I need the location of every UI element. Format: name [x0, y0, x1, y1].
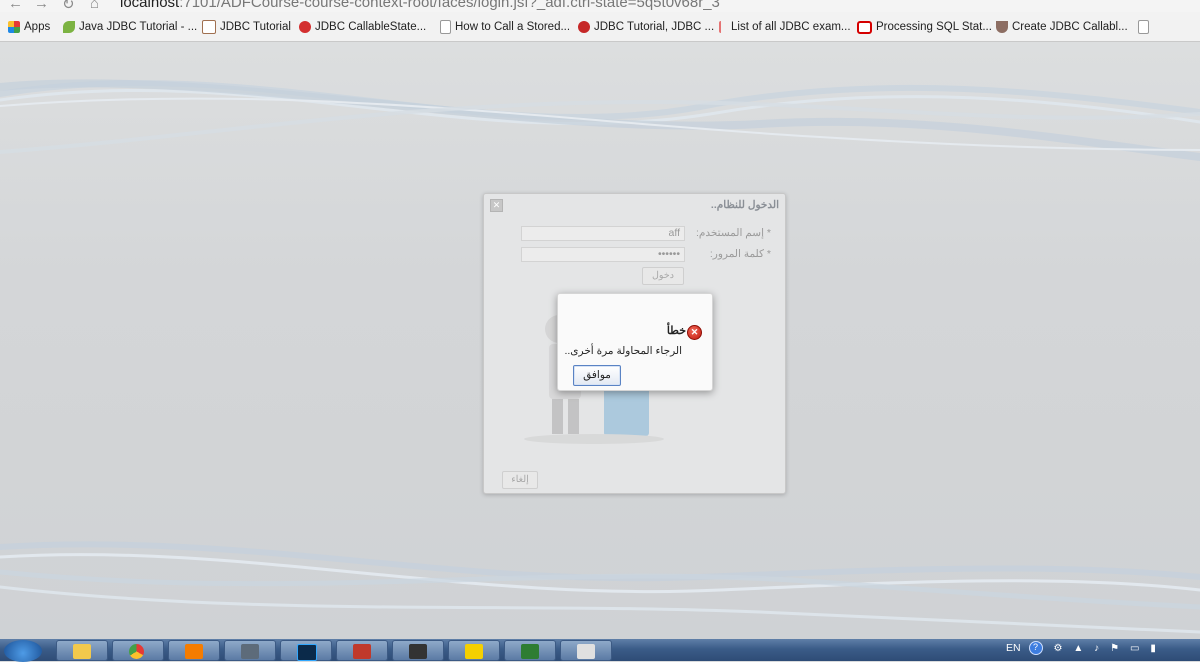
site-icon	[202, 20, 216, 34]
help-icon[interactable]: ?	[1028, 641, 1043, 655]
flag-icon[interactable]: ⚑	[1110, 643, 1119, 654]
chrome-icon	[129, 644, 144, 659]
bookmark-label: JDBC Tutorial	[220, 21, 291, 33]
taskbar-app[interactable]	[336, 640, 388, 661]
bookmark-item[interactable]: Java JDBC Tutorial - ...	[63, 19, 197, 35]
site-icon	[299, 21, 311, 33]
cancel-button[interactable]: إلغاء	[502, 471, 538, 489]
forward-icon[interactable]: →	[34, 0, 49, 12]
media-player-icon	[185, 644, 203, 659]
close-icon[interactable]: ✕	[490, 199, 503, 212]
error-icon: ✕	[687, 325, 702, 340]
plus-icon	[465, 644, 483, 659]
bookmark-label: Create JDBC Callabl...	[1012, 21, 1128, 33]
bookmark-item[interactable]: Create JDBC Callabl...	[996, 19, 1128, 35]
taskbar-app[interactable]	[224, 640, 276, 661]
power-icon[interactable]: ▮	[1150, 643, 1156, 654]
taskbar-media[interactable]	[168, 640, 220, 661]
java-icon	[577, 644, 595, 659]
bookmarks-bar: Apps Java JDBC Tutorial - ... JDBC Tutor…	[0, 12, 1200, 42]
app-icon	[241, 644, 259, 659]
username-label: * إسم المستخدم:	[695, 227, 771, 239]
oracle-icon	[857, 20, 872, 34]
system-tray: EN ? ⚙ ▲ ♪ ⚑ ▭ ▮	[1006, 641, 1156, 655]
tray-arrow-icon[interactable]: ▲	[1073, 643, 1083, 654]
error-message: الرجاء المحاولة مرة أخرى..	[564, 345, 682, 357]
page-icon	[440, 20, 451, 34]
apps-grid-icon	[8, 21, 20, 33]
p-icon	[521, 644, 539, 659]
bookmark-label: Processing SQL Stat...	[876, 21, 992, 33]
bookmark-label: List of all JDBC exam...	[731, 21, 851, 33]
dialog-title: خطأ	[666, 325, 686, 337]
bookmark-label: How to Call a Stored...	[455, 21, 571, 33]
bookmark-item[interactable]: List of all JDBC exam...	[719, 19, 851, 35]
ok-button[interactable]: موافق	[573, 365, 621, 386]
url-host: localhost	[120, 0, 180, 11]
url-field[interactable]: localhost:7101/ADFCourse-course-context-…	[120, 0, 720, 11]
bookmark-item[interactable]: JDBC CallableState...	[299, 19, 426, 35]
bookmark-label: Apps	[24, 21, 51, 33]
login-title: الدخول للنظام..	[710, 199, 779, 211]
bookmark-item[interactable]: JDBC Tutorial, JDBC ...	[578, 19, 714, 35]
language-indicator[interactable]: EN	[1006, 642, 1021, 654]
bookmark-item[interactable]	[1138, 19, 1149, 35]
bookmark-label: JDBC Tutorial, JDBC ...	[594, 21, 715, 33]
book-icon	[353, 644, 371, 659]
url-path: :7101/ADFCourse-course-context-root/face…	[179, 0, 720, 11]
address-bar: ← → ↻ ⌂ localhost:7101/ADFCourse-course-…	[0, 0, 1200, 12]
taskbar-app[interactable]	[448, 640, 500, 661]
bookmark-item[interactable]: How to Call a Stored...	[440, 19, 570, 35]
bookmark-label: JDBC CallableState...	[315, 21, 427, 33]
bookmark-item[interactable]: JDBC Tutorial	[202, 19, 291, 35]
taskbar: EN ? ⚙ ▲ ♪ ⚑ ▭ ▮	[0, 639, 1200, 662]
pin-icon	[719, 21, 727, 33]
home-icon[interactable]: ⌂	[90, 0, 99, 12]
coffee-icon	[996, 21, 1008, 33]
login-button[interactable]: دخول	[642, 267, 684, 285]
photoshop-icon	[297, 644, 317, 661]
back-icon[interactable]: ←	[8, 0, 23, 12]
error-dialog: ✕ خطأ الرجاء المحاولة مرة أخرى.. موافق	[557, 293, 713, 391]
bookmark-apps[interactable]: Apps	[8, 19, 50, 35]
taskbar-photoshop[interactable]	[280, 640, 332, 661]
network-icon[interactable]: ▭	[1130, 643, 1139, 654]
page-content: ✕ الدخول للنظام.. * إسم المستخدم: aff * …	[0, 42, 1200, 639]
taskbar-explorer[interactable]	[56, 640, 108, 661]
tray-settings-icon[interactable]: ⚙	[1053, 643, 1062, 654]
taskbar-app[interactable]	[504, 640, 556, 661]
bookmark-item[interactable]: Processing SQL Stat...	[857, 19, 992, 35]
taskbar-chrome[interactable]	[112, 640, 164, 661]
page-icon	[1138, 20, 1149, 34]
leaf-icon	[63, 21, 75, 33]
folder-icon	[73, 644, 91, 659]
bookmark-label: Java JDBC Tutorial - ...	[79, 21, 198, 33]
password-label: * كلمة المرور:	[709, 248, 771, 260]
taskbar-app[interactable]	[560, 640, 612, 661]
username-field[interactable]: aff	[521, 226, 685, 241]
start-button[interactable]	[4, 640, 42, 662]
password-field[interactable]: ••••••	[521, 247, 685, 262]
reload-icon[interactable]: ↻	[62, 0, 75, 12]
volume-icon[interactable]: ♪	[1094, 643, 1099, 654]
taskbar-app[interactable]	[392, 640, 444, 661]
r-icon	[409, 644, 427, 659]
site-icon	[578, 21, 590, 33]
